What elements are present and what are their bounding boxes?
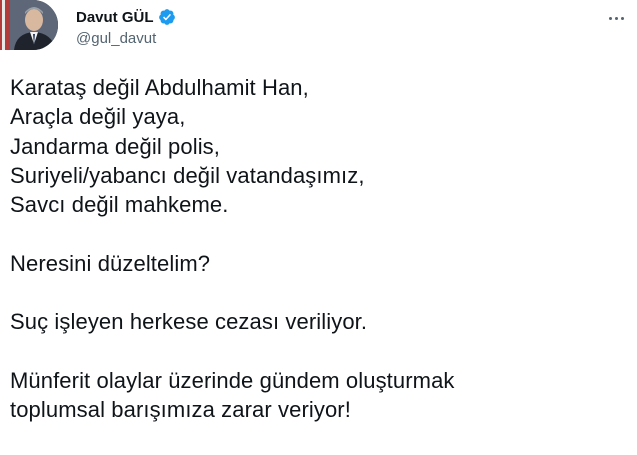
tweet-line: Jandarma değil polis, [10, 133, 220, 159]
tweet-line: Savcı değil mahkeme. [10, 192, 229, 218]
avatar-photo [0, 0, 58, 50]
tweet-line: Karataş değil Abdulhamit Han, [10, 75, 309, 100]
tweet-paragraph: Neresini düzeltelim? [10, 249, 630, 278]
tweet-paragraph: Karataş değil Abdulhamit Han, Araçla değ… [10, 73, 630, 219]
display-name[interactable]: Davut GÜL [76, 9, 154, 26]
more-horizontal-icon[interactable] [604, 8, 628, 28]
tweet-header: Davut GÜL @gul_davut [0, 0, 637, 60]
tweet-text: Karataş değil Abdulhamit Han, Araçla değ… [10, 73, 630, 425]
tweet-line: Suriyeli/yabancı değil vatandaşımız, [10, 162, 365, 188]
tweet-line: toplumsal barışımıza zarar veriyor! [10, 397, 351, 423]
name-row: Davut GÜL [76, 6, 176, 28]
avatar[interactable] [0, 0, 58, 50]
user-handle[interactable]: @gul_davut [76, 30, 176, 47]
tweet: Davut GÜL @gul_davut Karataş değil Abdul… [0, 0, 637, 455]
verified-badge-icon [158, 8, 176, 26]
tweet-line: Neresini düzeltelim? [10, 250, 211, 276]
tweet-line: Suç işleyen herkese cezası veriliyor. [10, 309, 368, 335]
tweet-line: Araçla değil yaya, [10, 104, 186, 130]
user-info[interactable]: Davut GÜL @gul_davut [76, 6, 176, 47]
tweet-paragraph: Suç işleyen herkese cezası veriliyor. [10, 307, 630, 336]
tweet-paragraph: Münferit olaylar üzerinde gündem oluştur… [10, 366, 630, 425]
tweet-line: Münferit olaylar üzerinde gündem oluştur… [10, 367, 455, 393]
